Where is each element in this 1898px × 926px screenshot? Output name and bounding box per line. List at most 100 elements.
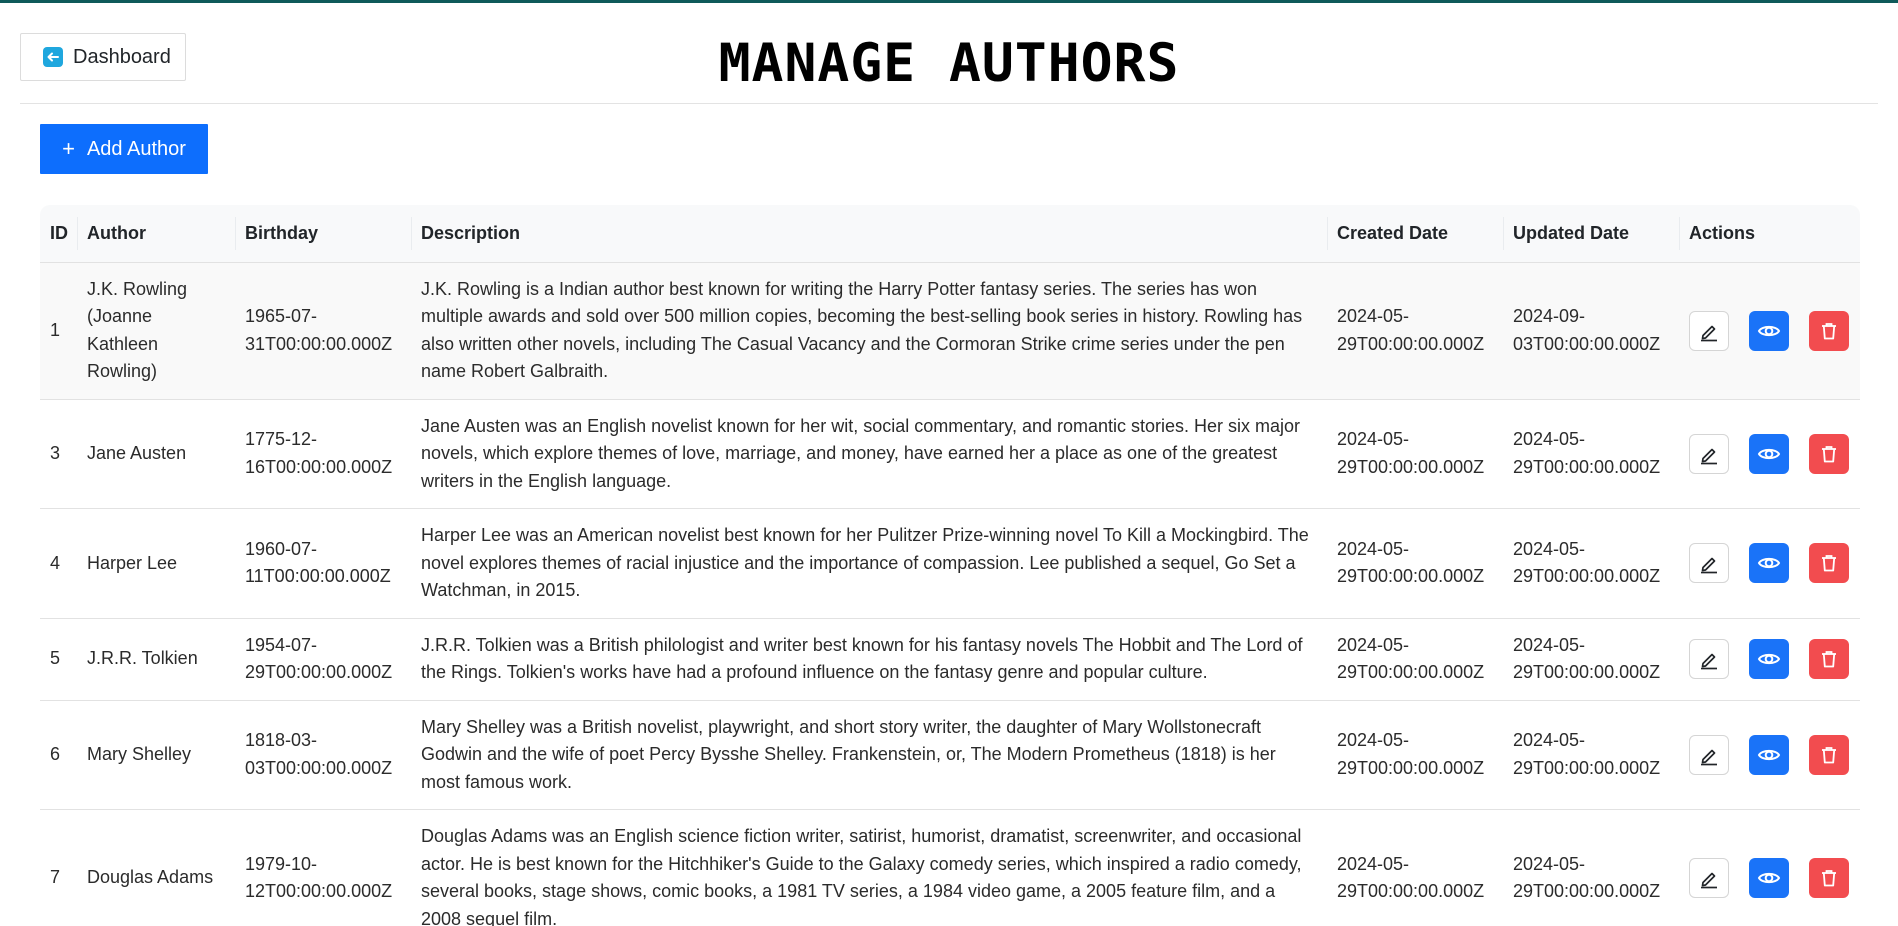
cell-id: 3 <box>50 443 61 463</box>
cell-created-date: 2024-05-29T00:00:00.000Z <box>1337 634 1485 683</box>
cell-created-date: 2024-05-29T00:00:00.000Z <box>1337 853 1485 902</box>
table-row: 1 J.K. Rowling (Joanne Kathleen Rowling) 1… <box>40 262 1860 399</box>
cell-created-date: 2024-05-29T00:00:00.000Z <box>1337 306 1485 354</box>
pencil-icon <box>1698 443 1720 465</box>
pencil-icon <box>1698 867 1720 889</box>
edit-button[interactable] <box>1689 433 1729 474</box>
trash-icon <box>1818 867 1840 889</box>
delete-button[interactable] <box>1809 310 1849 351</box>
eye-icon <box>1757 743 1781 767</box>
view-button[interactable] <box>1749 310 1789 351</box>
eye-icon <box>1757 551 1781 575</box>
page-title: MANAGE AUTHORS <box>718 33 1180 94</box>
delete-button[interactable] <box>1809 858 1849 898</box>
view-button[interactable] <box>1749 543 1789 584</box>
cell-author: Douglas Adams <box>87 867 214 888</box>
cell-birthday: 1960-07-11T00:00:00.000Z <box>245 538 391 587</box>
delete-button[interactable] <box>1809 433 1849 474</box>
pencil-icon <box>1698 744 1720 766</box>
eye-icon <box>1757 866 1781 890</box>
cell-created-date: 2024-05-29T00:00:00.000Z <box>1337 538 1485 587</box>
column-header-birthday: Birthday <box>235 205 411 262</box>
cell-updated-date: 2024-05-29T00:00:00.000Z <box>1513 429 1661 477</box>
cell-author: Jane Austen <box>87 443 187 463</box>
authors-table-container: ID Author Birthday Description Created D… <box>40 205 1860 926</box>
view-button[interactable] <box>1749 433 1789 474</box>
cell-created-date: 2024-05-29T00:00:00.000Z <box>1337 730 1485 778</box>
cell-actions <box>1679 262 1860 399</box>
plus-icon: + <box>62 136 75 161</box>
cell-description: Mary Shelley was a British novelist, pla… <box>421 716 1276 792</box>
row-actions <box>1689 734 1850 775</box>
cell-id: 1 <box>50 319 61 340</box>
trash-icon <box>1818 320 1840 342</box>
title-divider <box>20 103 1878 104</box>
edit-button[interactable] <box>1689 734 1729 775</box>
edit-button[interactable] <box>1689 858 1729 898</box>
row-actions <box>1689 310 1850 351</box>
column-header-description: Description <box>411 205 1327 262</box>
top-accent-line <box>0 0 1898 3</box>
column-header-author: Author <box>77 205 235 262</box>
cell-birthday: 1979-10-12T00:00:00.000Z <box>245 853 393 902</box>
pencil-icon <box>1698 320 1720 342</box>
table-row: 6 Mary Shelley 1818-03-03T00:00:00.000Z Mar… <box>40 700 1860 810</box>
cell-birthday: 1965-07-31T00:00:00.000Z <box>245 306 393 354</box>
trash-icon <box>1818 443 1840 465</box>
cell-actions <box>1679 509 1860 619</box>
cell-actions <box>1679 399 1860 509</box>
table-row: 4 Harper Lee 1960-07-11T00:00:00.000Z Harpe… <box>40 508 1860 619</box>
cell-updated-date: 2024-05-29T00:00:00.000Z <box>1513 538 1661 587</box>
cell-description: Jane Austen was an English novelist know… <box>421 415 1301 491</box>
table-row: 7 Douglas Adams 1979-10-12T00:00:00.000Z Do… <box>40 809 1860 926</box>
column-header-created-date: Created Date <box>1327 205 1503 262</box>
cell-author: J.R.R. Tolkien <box>87 648 198 669</box>
row-actions <box>1689 639 1850 679</box>
table-header-row: ID Author Birthday Description Created D… <box>40 205 1860 262</box>
eye-icon <box>1757 442 1781 466</box>
row-actions <box>1689 433 1850 474</box>
cell-updated-date: 2024-05-29T00:00:00.000Z <box>1513 730 1661 778</box>
cell-description: J.K. Rowling is a Indian author best kno… <box>421 278 1303 382</box>
cell-birthday: 1775-12-16T00:00:00.000Z <box>245 429 393 477</box>
cell-updated-date: 2024-09-03T00:00:00.000Z <box>1513 306 1661 354</box>
authors-table: ID Author Birthday Description Created D… <box>40 205 1860 926</box>
table-row: 5 J.R.R. Tolkien 1954-07-29T00:00:00.000Z J… <box>40 618 1860 700</box>
edit-button[interactable] <box>1689 310 1729 351</box>
edit-button[interactable] <box>1689 639 1729 679</box>
cell-description: Douglas Adams was an English science fic… <box>421 826 1302 926</box>
trash-icon <box>1818 648 1840 670</box>
column-header-actions: Actions <box>1679 205 1860 262</box>
view-button[interactable] <box>1749 734 1789 775</box>
delete-button[interactable] <box>1809 734 1849 775</box>
edit-button[interactable] <box>1689 543 1729 584</box>
cell-updated-date: 2024-05-29T00:00:00.000Z <box>1513 853 1661 902</box>
trash-icon <box>1818 552 1840 574</box>
add-author-button[interactable]: + Add Author <box>40 124 208 174</box>
view-button[interactable] <box>1749 639 1789 679</box>
delete-button[interactable] <box>1809 543 1849 584</box>
cell-updated-date: 2024-05-29T00:00:00.000Z <box>1513 634 1661 683</box>
column-header-updated-date: Updated Date <box>1503 205 1679 262</box>
column-header-id: ID <box>50 222 68 243</box>
row-actions <box>1689 858 1850 898</box>
view-button[interactable] <box>1749 858 1789 898</box>
cell-birthday: 1954-07-29T00:00:00.000Z <box>245 634 393 683</box>
eye-icon <box>1757 647 1781 671</box>
cell-actions <box>1679 810 1860 926</box>
cell-author: J.K. Rowling (Joanne Kathleen Rowling) <box>87 278 188 382</box>
cell-id: 6 <box>50 744 61 764</box>
trash-icon <box>1818 744 1840 766</box>
delete-button[interactable] <box>1809 639 1849 679</box>
pencil-icon <box>1698 552 1720 574</box>
cell-actions <box>1679 618 1860 700</box>
add-author-label: Add Author <box>86 137 186 160</box>
cell-author: Harper Lee <box>87 552 178 573</box>
table-row: 3 Jane Austen 1775-12-16T00:00:00.000Z Jane… <box>40 399 1860 509</box>
cell-actions <box>1679 700 1860 810</box>
cell-description: Harper Lee was an American novelist best… <box>421 525 1309 600</box>
cell-id: 4 <box>50 552 61 573</box>
cell-birthday: 1818-03-03T00:00:00.000Z <box>245 730 393 778</box>
cell-id: 5 <box>50 648 61 669</box>
cell-author: Mary Shelley <box>87 744 192 764</box>
